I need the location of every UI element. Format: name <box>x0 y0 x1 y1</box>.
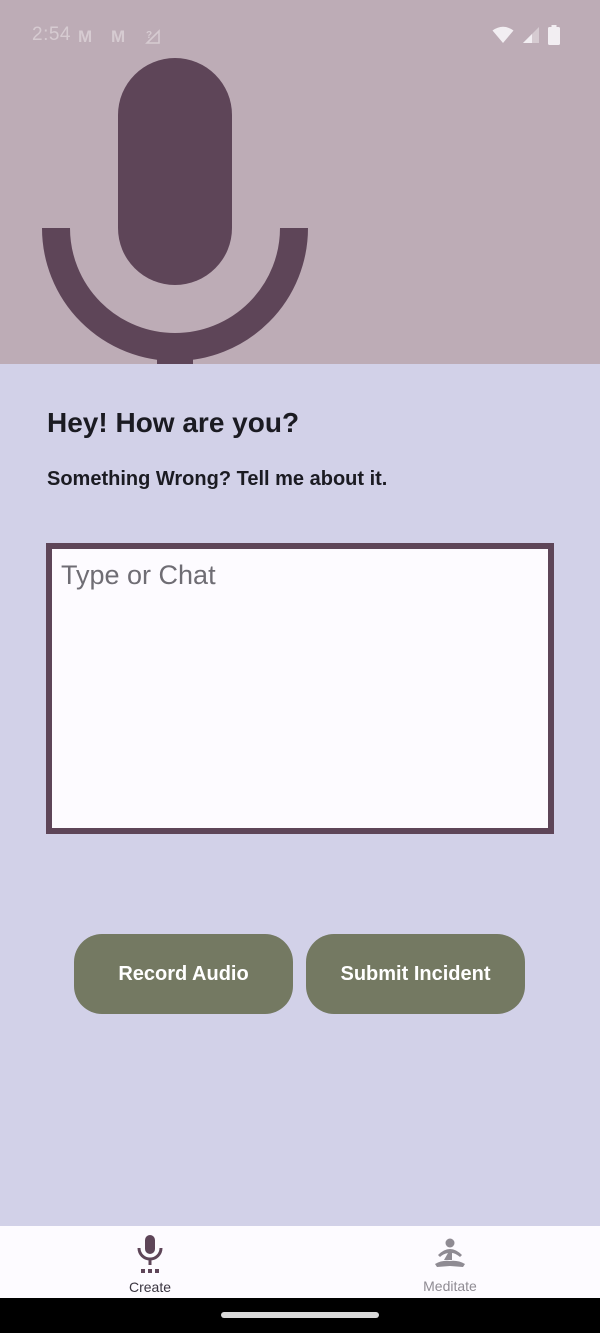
gesture-bar <box>0 1298 600 1333</box>
nav-item-create[interactable]: Create <box>75 1226 225 1298</box>
svg-text:?: ? <box>146 30 152 41</box>
microphone-icon <box>42 58 308 364</box>
gmail-icon: M <box>78 27 93 46</box>
page-title: Hey! How are you? <box>47 407 300 438</box>
nav-label-meditate: Meditate <box>423 1278 477 1294</box>
submit-incident-button[interactable]: Submit Incident <box>306 934 525 1014</box>
bottom-nav: Create Meditate <box>0 1226 600 1298</box>
battery-icon <box>548 25 560 50</box>
gmail-icon: M <box>111 27 126 46</box>
hero-banner: 2:54 M M ? <box>0 0 600 364</box>
subtitle: Something Wrong? Tell me about it. <box>47 468 388 490</box>
main-content: Hey! How are you? Something Wrong? Tell … <box>0 364 600 1226</box>
wifi-icon <box>492 26 514 49</box>
chat-input[interactable] <box>52 549 548 828</box>
chat-box <box>46 543 554 834</box>
signal-icon <box>522 26 540 49</box>
status-time: 2:54 <box>32 24 71 45</box>
record-audio-button[interactable]: Record Audio <box>74 934 293 1014</box>
nav-label-create: Create <box>128 1279 172 1295</box>
microphone-icon <box>137 1235 163 1273</box>
meditation-icon <box>435 1238 465 1267</box>
no-signal-icon: ? <box>145 27 161 49</box>
home-indicator[interactable] <box>221 1312 379 1318</box>
nav-item-meditate[interactable]: Meditate <box>375 1226 525 1298</box>
